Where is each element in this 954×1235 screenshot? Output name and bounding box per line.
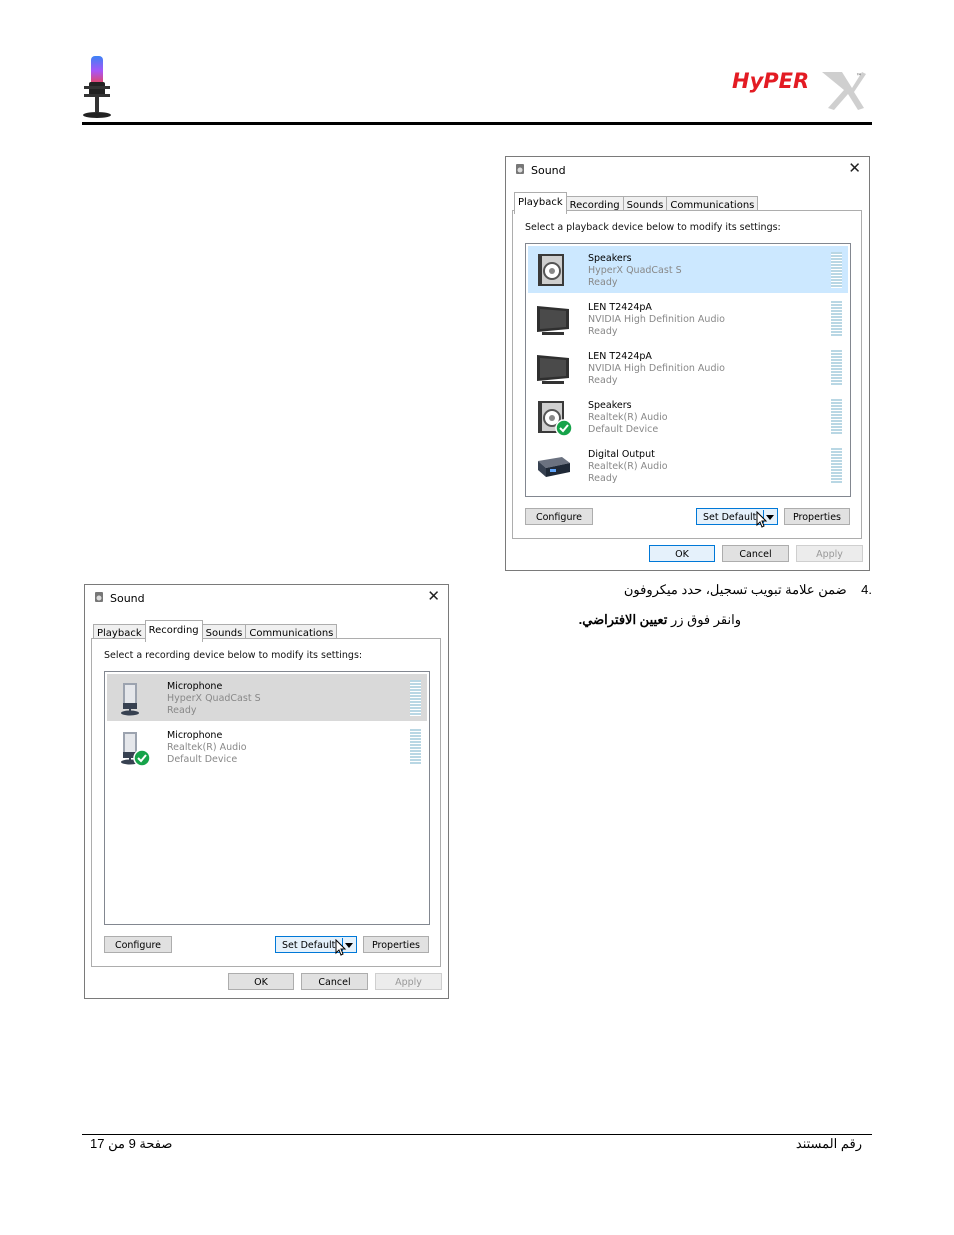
digital-output-icon [534, 447, 572, 485]
device-item[interactable]: Speakers HyperX QuadCast S Ready [528, 246, 848, 293]
close-button[interactable]: ✕ [848, 160, 861, 176]
page-number: صفحة 9 من 17 [90, 1136, 173, 1151]
monitor-icon [534, 300, 572, 338]
svg-text:™: ™ [856, 73, 862, 80]
device-driver: Realtek(R) Audio [588, 461, 668, 472]
device-driver: HyperX QuadCast S [588, 265, 682, 276]
device-driver: Realtek(R) Audio [588, 412, 668, 423]
speaker-small-icon [514, 163, 526, 178]
level-meter [831, 350, 842, 386]
svg-text:HyPER: HyPER [732, 69, 809, 93]
sound-dialog-playback: Sound ✕ Playback Recording Sounds Commun… [505, 156, 870, 571]
instruction-text: Select a playback device below to modify… [525, 222, 781, 233]
dialog-title: Sound [93, 591, 145, 606]
step-4-line-2: وانقر فوق زر تعيين الافتراضي. [520, 612, 741, 628]
speaker-default-icon [534, 398, 573, 437]
configure-button[interactable]: Configure [525, 508, 593, 525]
level-meter [410, 680, 421, 716]
speaker-small-icon [93, 591, 105, 606]
level-meter [831, 252, 842, 288]
mouse-cursor-icon [335, 938, 347, 957]
step-number: .4 [861, 582, 872, 597]
speaker-icon [534, 251, 572, 289]
ok-button[interactable]: OK [228, 973, 294, 990]
device-driver: NVIDIA High Definition Audio [588, 363, 725, 374]
device-status: Ready [588, 473, 618, 484]
step-text-bold: تعيين الافتراضي [582, 612, 668, 627]
level-meter [831, 301, 842, 337]
device-item[interactable]: Microphone HyperX QuadCast S Ready [107, 674, 427, 721]
device-status: Default Device [588, 424, 659, 435]
device-status: Default Device [167, 754, 238, 765]
microphone-default-icon [113, 728, 151, 767]
tab-panel: Select a recording device below to modif… [91, 638, 441, 967]
step-text-prefix: وانقر فوق زر [667, 612, 741, 627]
device-name: Speakers [588, 253, 632, 264]
tab-playback[interactable]: Playback [514, 192, 567, 214]
quadcast-microphone-logo [80, 52, 114, 120]
properties-button[interactable]: Properties [784, 508, 850, 525]
ok-button[interactable]: OK [649, 545, 715, 562]
properties-button[interactable]: Properties [363, 936, 429, 953]
cancel-button[interactable]: Cancel [301, 973, 368, 990]
level-meter [831, 448, 842, 484]
device-name: LEN T2424pA [588, 302, 652, 313]
device-status: Ready [167, 705, 197, 716]
device-driver: Realtek(R) Audio [167, 742, 247, 753]
mouse-cursor-icon [756, 510, 768, 529]
device-name: Microphone [167, 681, 223, 692]
microphone-icon [113, 679, 151, 717]
cancel-button[interactable]: Cancel [722, 545, 789, 562]
step-4-line-1: .4 ضمن علامة تبويب تسجيل، حدد ميكروفون [560, 582, 872, 598]
device-name: Speakers [588, 400, 632, 411]
document-number: رقم المستند [795, 1136, 862, 1151]
device-name: Digital Output [588, 449, 655, 460]
header-rule [82, 122, 872, 125]
device-status: Ready [588, 277, 618, 288]
device-list[interactable]: Microphone HyperX QuadCast S Ready Micro… [104, 671, 430, 925]
step-text: ضمن علامة تبويب تسجيل، حدد ميكروفون [623, 582, 847, 597]
device-item[interactable]: LEN T2424pA NVIDIA High Definition Audio… [528, 295, 848, 342]
device-item[interactable]: LEN T2424pA NVIDIA High Definition Audio… [528, 344, 848, 391]
device-name: LEN T2424pA [588, 351, 652, 362]
apply-button[interactable]: Apply [375, 973, 442, 990]
configure-button[interactable]: Configure [104, 936, 172, 953]
device-driver: HyperX QuadCast S [167, 693, 261, 704]
device-item[interactable]: Speakers Realtek(R) Audio Default Device [528, 393, 848, 440]
level-meter [410, 729, 421, 765]
device-driver: NVIDIA High Definition Audio [588, 314, 725, 325]
sound-dialog-recording: Sound ✕ Playback Recording Sounds Commun… [84, 584, 449, 999]
set-default-label: Set Default [703, 512, 757, 523]
device-item[interactable]: Digital Output Realtek(R) Audio Ready [528, 442, 848, 489]
tab-recording[interactable]: Recording [144, 620, 203, 642]
hyperx-logo: HyPER ™ [730, 66, 870, 114]
device-name: Microphone [167, 730, 223, 741]
close-button[interactable]: ✕ [427, 588, 440, 604]
instruction-text: Select a recording device below to modif… [104, 650, 363, 661]
device-status: Ready [588, 326, 618, 337]
set-default-label: Set Default [282, 940, 336, 951]
tab-panel: Select a playback device below to modify… [512, 210, 862, 539]
device-list[interactable]: Speakers HyperX QuadCast S Ready LEN T24… [525, 243, 851, 497]
dialog-title: Sound [514, 163, 566, 178]
apply-button[interactable]: Apply [796, 545, 863, 562]
level-meter [831, 399, 842, 435]
device-status: Ready [588, 375, 618, 386]
device-item[interactable]: Microphone Realtek(R) Audio Default Devi… [107, 723, 427, 770]
footer-rule [82, 1134, 872, 1135]
monitor-icon [534, 349, 572, 387]
